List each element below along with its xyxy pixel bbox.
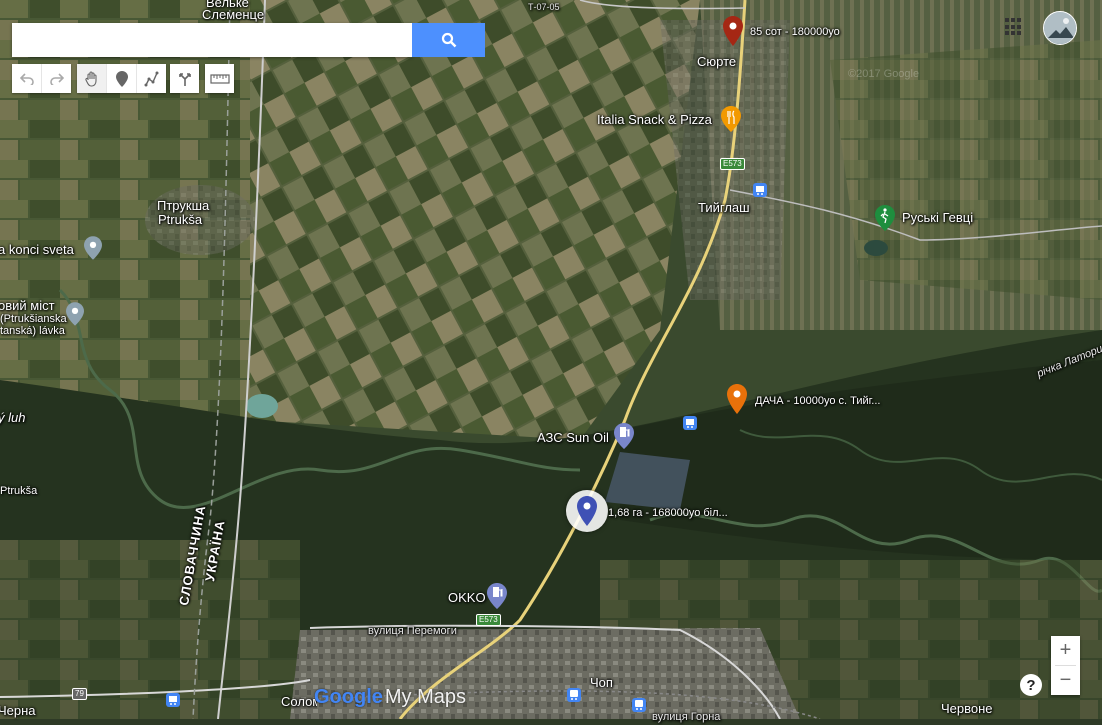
place-label-konci-sveta: a konci sveta: [0, 242, 74, 257]
place-label-chop: Чоп: [590, 675, 613, 690]
restaurant-icon[interactable]: [721, 106, 741, 137]
hand-icon: [84, 70, 97, 87]
directions-toolbar: [170, 64, 199, 93]
avatar[interactable]: [1043, 11, 1077, 45]
place-label-novyi-mist: овий міст: [0, 298, 55, 313]
undo-button[interactable]: [12, 64, 42, 93]
bridge-pin-icon[interactable]: [66, 302, 84, 331]
road-label-top: Т-07-05: [528, 2, 560, 12]
marker-blue-label[interactable]: 1,68 га - 168000уо біл...: [608, 506, 728, 521]
draw-line-icon: [144, 71, 158, 86]
logo-google-text: Google: [314, 686, 383, 708]
google-my-maps-logo: Google My Maps: [314, 686, 466, 709]
satellite-map[interactable]: [0, 0, 1102, 719]
street-label-gorna: вулиця Горна: [652, 711, 721, 723]
copyright-watermark: ©2017 Google: [848, 68, 920, 80]
place-label-chorna: Черна: [0, 703, 36, 718]
place-label-slemence: Слеменце: [202, 7, 265, 22]
help-button[interactable]: ?: [1020, 674, 1042, 696]
train-station-icon-2[interactable]: [632, 698, 646, 717]
draw-line-button[interactable]: [137, 64, 166, 93]
logo-mymaps-text: My Maps: [384, 686, 467, 708]
place-pin-icon[interactable]: [84, 236, 102, 265]
place-label-azs: АЗС Sun Oil: [537, 430, 609, 445]
pan-button[interactable]: [77, 64, 107, 93]
ruler-icon: [209, 73, 230, 84]
gas-station-icon[interactable]: [614, 423, 634, 454]
edit-toolbar: [77, 64, 166, 93]
place-label-chervone: Червоне: [941, 701, 993, 716]
directions-button[interactable]: [170, 64, 199, 93]
place-label-okko: OKKO: [448, 590, 486, 605]
gas-station-okko-icon[interactable]: [487, 583, 507, 614]
directions-icon: [178, 72, 191, 86]
search-button[interactable]: [412, 23, 485, 57]
marker-red-label[interactable]: 85 сот - 180000уо: [750, 25, 840, 40]
measure-button[interactable]: [205, 64, 234, 93]
hiking-icon[interactable]: [875, 205, 895, 236]
place-label-italia: Italia Snack & Pizza: [597, 112, 712, 127]
apps-grid-icon[interactable]: [1005, 18, 1023, 36]
place-label-ruski-geivtsi: Руськi Гевцi: [902, 210, 974, 225]
marker-red-icon[interactable]: [723, 16, 743, 51]
road-badge-79: 79: [72, 688, 87, 700]
search-input[interactable]: [12, 23, 412, 57]
road-badge-e573: E573: [720, 158, 745, 170]
place-label-solomonovo: Соломоново: [281, 694, 317, 709]
street-label-peremogy: вулиця Перемоги: [368, 625, 457, 637]
place-label-ptrukscha-sk: Ptrukša: [158, 212, 203, 227]
undo-icon: [19, 72, 34, 85]
marker-blue-icon: [577, 496, 597, 526]
zoom-control: + −: [1051, 636, 1080, 695]
place-label-tyiglash: Тийглаш: [698, 200, 750, 215]
place-label-syurte: Сюрте: [697, 54, 737, 69]
history-toolbar: [12, 64, 71, 93]
redo-button[interactable]: [42, 64, 71, 93]
measure-toolbar: [205, 64, 234, 93]
bus-stop-icon-3[interactable]: [166, 693, 180, 712]
place-label-ptrukscha-uk: Птрукша: [157, 198, 210, 213]
account-icon: [1044, 12, 1076, 44]
zoom-in-button[interactable]: +: [1051, 636, 1080, 665]
redo-icon: [49, 72, 64, 85]
place-label-ptrukscha-sk2: Ptrukša: [0, 485, 38, 497]
bus-stop-icon[interactable]: [753, 183, 767, 202]
marker-orange-label[interactable]: ДАЧА - 10000уо с. Тийг...: [755, 394, 880, 409]
train-station-icon[interactable]: [567, 688, 581, 707]
marker-icon: [115, 70, 128, 87]
marker-orange-icon[interactable]: [727, 384, 747, 419]
search-icon: [441, 32, 456, 48]
place-label-luh: ý luh: [0, 410, 26, 425]
add-marker-button[interactable]: [107, 64, 137, 93]
road-badge-e573-south: E573: [476, 614, 501, 626]
bus-stop-icon-2[interactable]: [683, 416, 697, 435]
selected-marker[interactable]: [566, 490, 608, 532]
place-label-ptrukscha-lavka2: tanská) lávka: [0, 325, 65, 337]
zoom-out-button[interactable]: −: [1051, 666, 1080, 695]
